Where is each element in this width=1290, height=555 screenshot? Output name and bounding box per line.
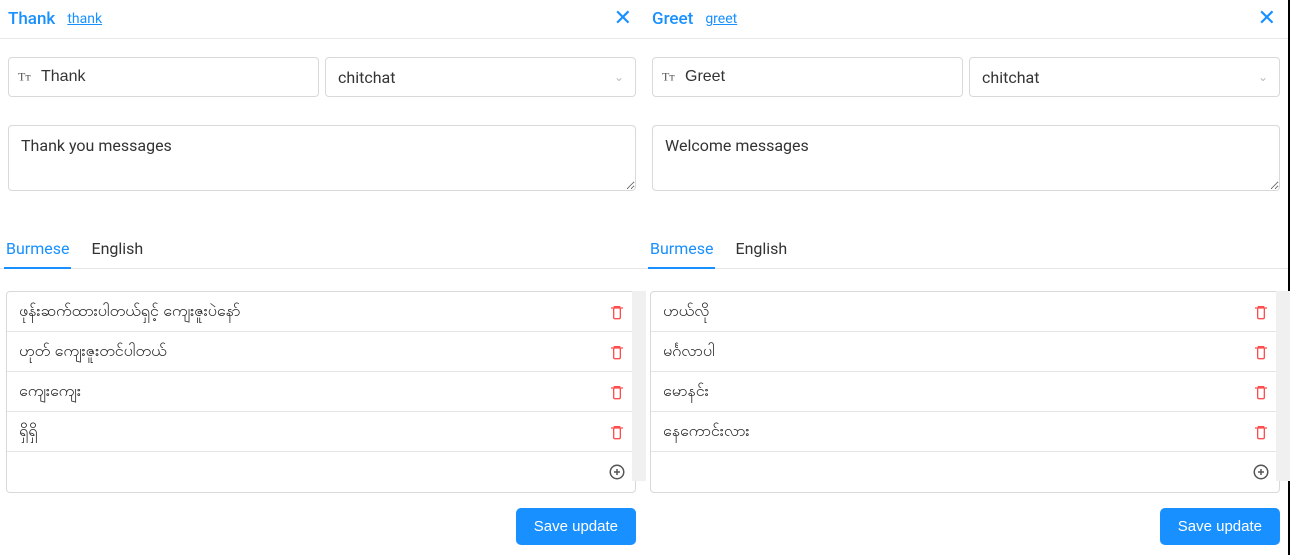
scrollbar[interactable] bbox=[1276, 291, 1290, 481]
list-item bbox=[651, 372, 1279, 412]
trash-icon[interactable] bbox=[599, 304, 635, 320]
trash-icon[interactable] bbox=[1243, 344, 1279, 360]
tab-english[interactable]: English bbox=[89, 231, 145, 268]
phrase-input[interactable] bbox=[7, 375, 599, 409]
trash-icon[interactable] bbox=[1243, 384, 1279, 400]
tab-english[interactable]: English bbox=[733, 231, 789, 268]
tab-burmese[interactable]: Burmese bbox=[648, 231, 715, 268]
list-item bbox=[651, 292, 1279, 332]
trash-icon[interactable] bbox=[599, 344, 635, 360]
list-item bbox=[651, 332, 1279, 372]
panel-slug-link[interactable]: thank bbox=[67, 11, 102, 27]
save-button[interactable]: Save update bbox=[1160, 508, 1280, 545]
intent-name-input[interactable] bbox=[652, 57, 963, 97]
trash-icon[interactable] bbox=[1243, 304, 1279, 320]
close-icon[interactable]: ✕ bbox=[1258, 8, 1276, 30]
list-item bbox=[7, 292, 635, 332]
plus-icon[interactable] bbox=[1243, 463, 1279, 481]
intent-name-input[interactable] bbox=[8, 57, 319, 97]
panel-header: Thank thank ✕ bbox=[0, 0, 644, 39]
language-tabs: Burmese English bbox=[644, 195, 1288, 269]
phrase-input[interactable] bbox=[651, 375, 1243, 409]
language-tabs: Burmese English bbox=[0, 195, 644, 269]
description-textarea[interactable] bbox=[8, 125, 636, 191]
phrase-input[interactable] bbox=[7, 415, 599, 449]
phrase-list bbox=[650, 291, 1280, 493]
phrase-input[interactable] bbox=[7, 295, 599, 329]
tab-burmese[interactable]: Burmese bbox=[4, 231, 71, 268]
new-phrase-input[interactable] bbox=[651, 455, 1243, 489]
phrase-input[interactable] bbox=[651, 295, 1243, 329]
trash-icon[interactable] bbox=[1243, 424, 1279, 440]
add-row bbox=[651, 452, 1279, 492]
phrase-list bbox=[6, 291, 636, 493]
category-select-value: chitchat bbox=[982, 68, 1039, 87]
close-icon[interactable]: ✕ bbox=[614, 8, 632, 30]
list-item bbox=[7, 372, 635, 412]
list-item bbox=[7, 412, 635, 452]
phrase-input[interactable] bbox=[651, 415, 1243, 449]
trash-icon[interactable] bbox=[599, 424, 635, 440]
panel-greet: Greet greet ✕ Tᴛ chitchat ⌄ Burmese Engl… bbox=[644, 0, 1288, 555]
new-phrase-input[interactable] bbox=[7, 455, 599, 489]
description-textarea[interactable] bbox=[652, 125, 1280, 191]
list-item bbox=[651, 412, 1279, 452]
panel-title: Greet bbox=[652, 9, 693, 29]
panel-header: Greet greet ✕ bbox=[644, 0, 1288, 39]
plus-icon[interactable] bbox=[599, 463, 635, 481]
category-select[interactable]: chitchat bbox=[325, 57, 636, 97]
list-item bbox=[7, 332, 635, 372]
panel-title: Thank bbox=[8, 9, 55, 29]
trash-icon[interactable] bbox=[599, 384, 635, 400]
panel-slug-link[interactable]: greet bbox=[705, 11, 737, 27]
panel-thank: Thank thank ✕ Tᴛ chitchat ⌄ Burmese Engl… bbox=[0, 0, 644, 555]
save-button[interactable]: Save update bbox=[516, 508, 636, 545]
category-select-value: chitchat bbox=[338, 68, 395, 87]
phrase-input[interactable] bbox=[651, 335, 1243, 369]
category-select[interactable]: chitchat bbox=[969, 57, 1280, 97]
phrase-input[interactable] bbox=[7, 335, 599, 369]
add-row bbox=[7, 452, 635, 492]
